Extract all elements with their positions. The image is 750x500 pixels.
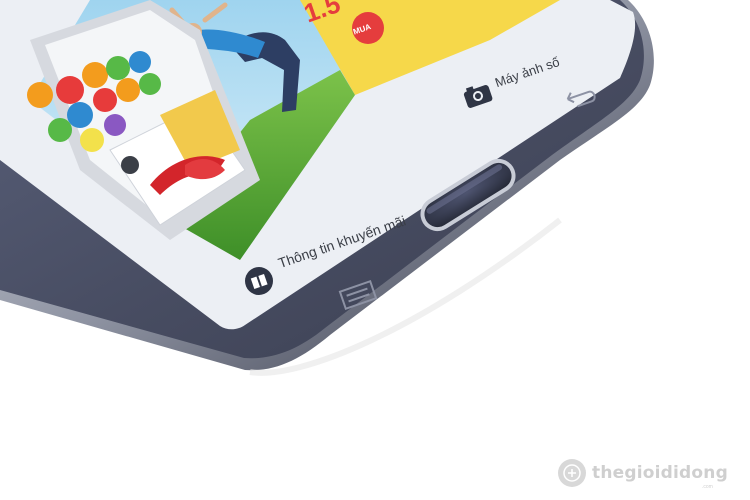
phone-photo	[0, 0, 654, 376]
brand-logo-icon	[558, 459, 586, 487]
watermark-domain: .com	[702, 484, 713, 490]
watermark-text: thegioididong	[592, 463, 728, 483]
